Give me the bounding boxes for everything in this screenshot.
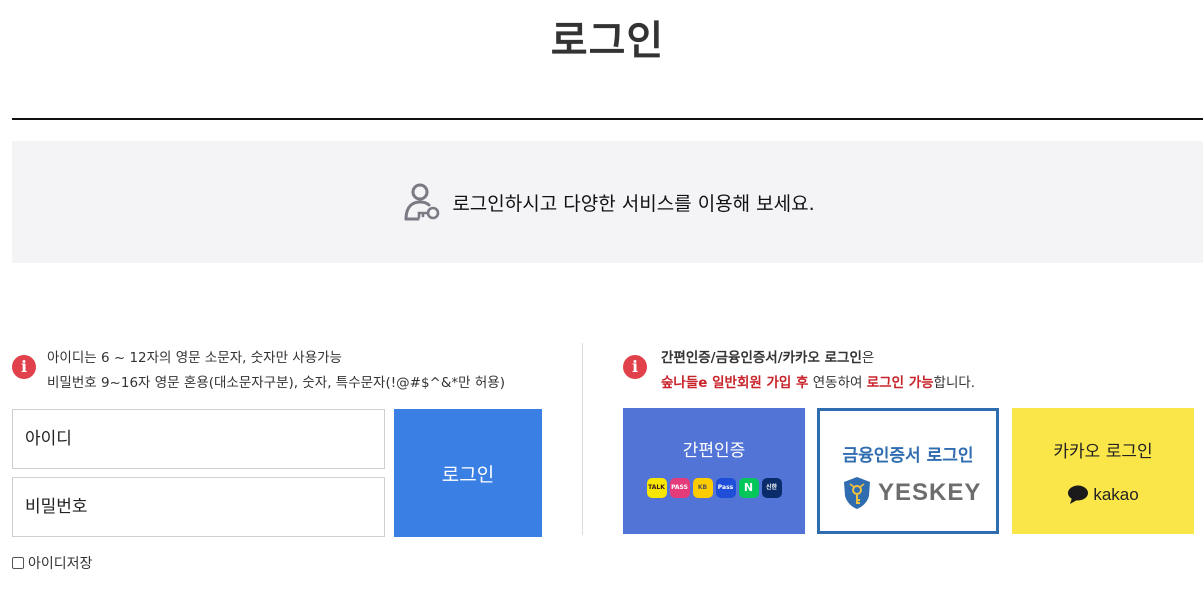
shinhan-icon: 신한	[761, 478, 782, 498]
kb-icon: KB	[692, 478, 713, 498]
save-id-option[interactable]: 아이디저장	[12, 553, 92, 573]
alt-login-notice-line2: 숲나들e 일반회원 가입 후 연동하여 로그인 가능합니다.	[661, 371, 975, 391]
simple-auth-label: 간편인증	[682, 441, 746, 461]
login-banner: 로그인하시고 다양한 서비스를 이용해 보세요.	[12, 141, 1203, 263]
samsung-pass-icon: Pass	[715, 478, 736, 498]
id-input[interactable]: 아이디	[12, 409, 385, 469]
info-icon: i	[623, 355, 647, 379]
save-id-checkbox[interactable]	[12, 557, 24, 569]
auth-provider-logos: TALK PASS KB Pass N 신한	[623, 478, 805, 498]
section-divider	[582, 343, 583, 535]
password-input[interactable]: 비밀번호	[12, 477, 385, 537]
member-signup-requirement: 숲나들e 일반회원 가입 후	[661, 375, 809, 391]
alt-login-notice-line1: 간편인증/금융인증서/카카오 로그인은	[661, 346, 874, 366]
pass-icon: PASS	[669, 478, 690, 498]
save-id-label: 아이디저장	[28, 556, 93, 572]
password-rule-text: 비밀번호 9~16자 영문 혼용(대소문자구분), 숫자, 특수문자(!@#$^…	[47, 375, 505, 391]
alt-login-methods: 간편인증/금융인증서/카카오 로그인	[661, 350, 862, 366]
shield-key-icon	[844, 477, 870, 509]
info-icon: i	[12, 355, 36, 379]
page-title: 로그인	[550, 18, 665, 64]
speech-bubble-icon	[1068, 485, 1089, 504]
financial-cert-label: 금융인증서 로그인	[842, 446, 974, 466]
financial-cert-login-button[interactable]: 금융인증서 로그인 YESKEY	[817, 408, 999, 534]
yeskey-wordmark: YESKEY	[878, 479, 982, 506]
title-divider	[12, 118, 1203, 120]
notice-end: 합니다.	[933, 375, 976, 391]
user-key-icon	[400, 181, 442, 223]
simple-auth-button[interactable]: 간편인증 TALK PASS KB Pass N 신한	[623, 408, 805, 534]
naver-icon: N	[738, 478, 759, 498]
kakao-logo: kakao	[1012, 485, 1194, 505]
kakao-login-label: 카카오 로그인	[1053, 442, 1153, 462]
login-button[interactable]: 로그인	[394, 409, 542, 537]
notice-mid: 연동하여	[808, 375, 867, 391]
yeskey-logo: YESKEY	[842, 476, 981, 510]
login-available-text: 로그인 가능	[866, 375, 934, 391]
notice-suffix: 은	[861, 350, 875, 366]
kakao-talk-icon: TALK	[646, 478, 667, 498]
id-rule-text: 아이디는 6 ~ 12자의 영문 소문자, 숫자만 사용가능	[47, 350, 342, 366]
kakao-login-button[interactable]: 카카오 로그인 kakao	[1012, 408, 1194, 534]
banner-text: 로그인하시고 다양한 서비스를 이용해 보세요.	[452, 192, 815, 215]
kakao-wordmark: kakao	[1093, 485, 1139, 504]
